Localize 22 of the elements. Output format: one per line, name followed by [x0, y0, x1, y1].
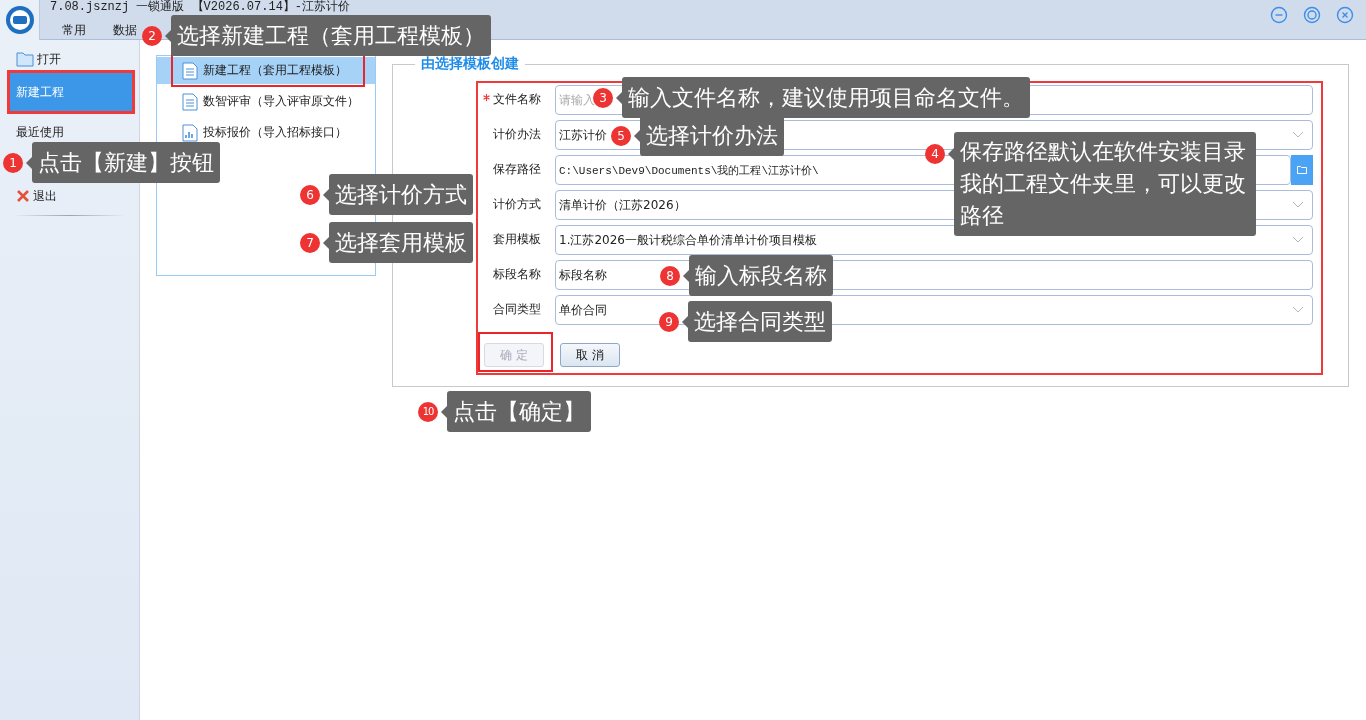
field-label: 套用模板 [493, 232, 542, 247]
field-label: 文件名称 [493, 92, 542, 107]
callout-tooltip: 点击【确定】 [447, 391, 591, 432]
callout-tooltip: 选择套用模板 [329, 222, 473, 263]
field-label: 标段名称 [493, 267, 542, 282]
step-badge: 10 [418, 401, 438, 422]
field-label: 保存路径 [493, 162, 542, 177]
callout-tooltip: 点击【新建】按钮 [32, 142, 220, 183]
field-label: 计价方式 [493, 197, 542, 212]
callout-tooltip: 选择新建工程（套用工程模板） [171, 15, 491, 56]
callout-tooltip: 选择计价办法 [640, 115, 784, 156]
callout-tooltip: 选择合同类型 [688, 301, 832, 342]
field-label: 合同类型 [493, 302, 542, 317]
window-title: 7.08.jsznzj 一锁通版 【V2026.07.14】-江苏计价 [50, 1, 351, 14]
step-badge: 7 [300, 232, 320, 253]
callout-tooltip: 输入标段名称 [689, 255, 833, 296]
callout-tooltip: 保存路径默认在软件安装目录我的工程文件夹里，可以更改路径 [954, 132, 1256, 236]
callout-tooltip: 输入文件名称，建议使用项目命名文件。 [622, 77, 1030, 118]
field-label: 计价办法 [493, 127, 542, 142]
step-badge: 6 [300, 184, 320, 205]
group-title: 由选择模板创建 [420, 55, 520, 73]
callout-tooltip: 选择计价方式 [329, 174, 473, 215]
